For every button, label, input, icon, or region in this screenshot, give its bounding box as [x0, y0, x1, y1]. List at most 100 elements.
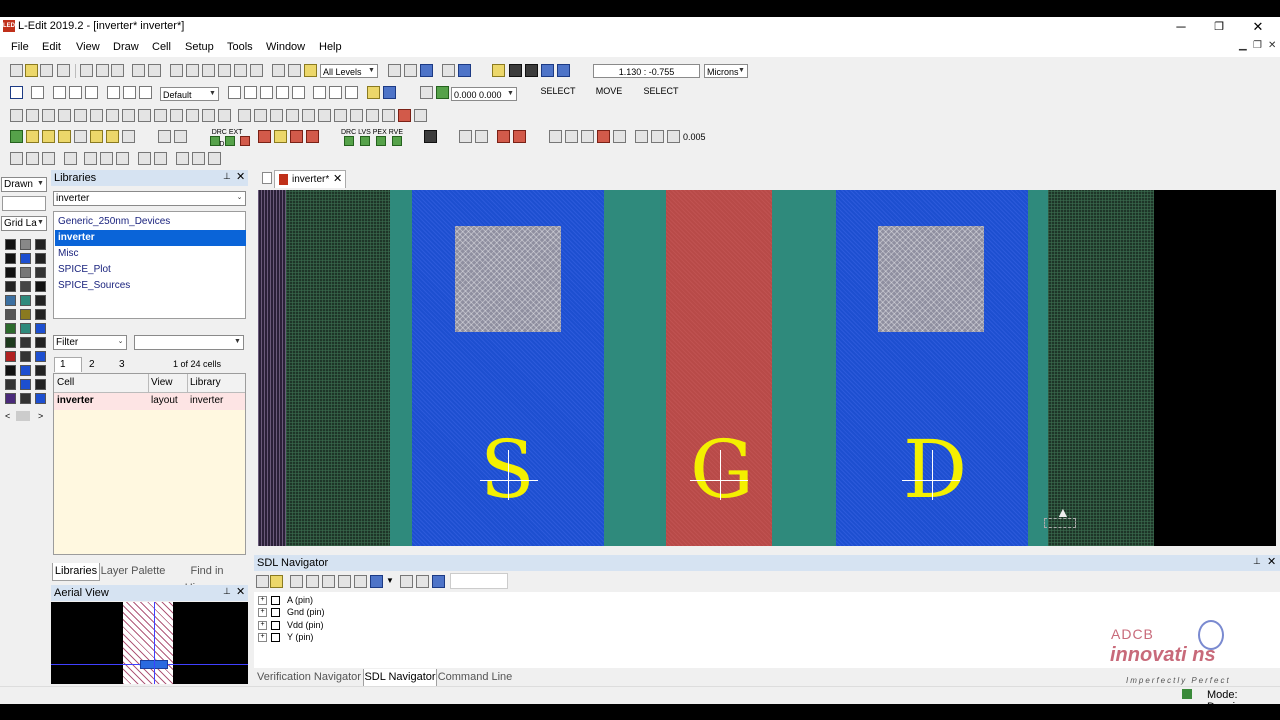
run-calibre-drc-icon[interactable]	[344, 136, 354, 146]
layer-swatch[interactable]	[35, 281, 46, 292]
sdl-filter-icon[interactable]	[400, 575, 413, 588]
menu-setup[interactable]: Setup	[185, 41, 214, 53]
probe-icon[interactable]	[497, 130, 510, 143]
layer-swatch[interactable]	[35, 253, 46, 264]
menu-window[interactable]: Window	[266, 41, 305, 53]
pointer-tool-icon[interactable]	[10, 86, 23, 99]
align-center-icon[interactable]	[74, 109, 87, 122]
chevron-down-icon[interactable]: ▼	[386, 576, 394, 585]
tab-libraries[interactable]: Libraries	[52, 563, 100, 581]
library-item[interactable]: SPICE_Sources	[55, 278, 246, 294]
cell-info-icon[interactable]	[404, 64, 417, 77]
align-top-icon[interactable]	[42, 109, 55, 122]
move-by-icon[interactable]	[420, 86, 433, 99]
layout-mode-icon[interactable]	[509, 64, 522, 77]
simulate-icon[interactable]	[513, 130, 526, 143]
close-icon[interactable]: ✕	[1267, 555, 1276, 568]
layer-swatch[interactable]	[20, 337, 31, 348]
drc-report-icon[interactable]	[290, 130, 303, 143]
snap-value[interactable]: 0.005	[683, 132, 706, 142]
tools-g-icon[interactable]	[106, 130, 119, 143]
units-select[interactable]: Microns ▼	[704, 64, 748, 78]
page-tab-1[interactable]: 1	[54, 357, 82, 372]
ruler-box-tool-icon[interactable]	[276, 86, 289, 99]
snap-off-icon[interactable]	[597, 130, 610, 143]
polygon-tool-icon[interactable]	[53, 86, 66, 99]
line-tool-icon[interactable]	[139, 86, 152, 99]
close-button[interactable]: ✕	[1238, 18, 1278, 36]
layout-c-icon[interactable]	[42, 152, 55, 165]
zoom-in-icon[interactable]	[286, 109, 299, 122]
snap-2-icon[interactable]	[565, 130, 578, 143]
sdl-route-icon[interactable]	[290, 575, 303, 588]
scroll-left-icon[interactable]: <	[5, 411, 10, 421]
tree-item-pin[interactable]: + Y (pin)	[258, 632, 313, 643]
column-header-view[interactable]: View	[151, 377, 173, 388]
align-bottom-icon[interactable]	[58, 109, 71, 122]
cut-icon[interactable]	[80, 64, 93, 77]
hide-icon[interactable]	[414, 109, 427, 122]
expand-icon[interactable]: +	[258, 633, 267, 643]
layer-swatch[interactable]	[5, 309, 16, 320]
offset-icon[interactable]	[436, 86, 449, 99]
style-select[interactable]: Default ▼	[160, 87, 219, 101]
box-tool-icon[interactable]	[31, 86, 44, 99]
layer-swatch[interactable]	[20, 351, 31, 362]
flip-h-icon[interactable]	[106, 109, 119, 122]
layer-swatch[interactable]	[35, 351, 46, 362]
slice-tool-icon[interactable]	[329, 86, 342, 99]
layer-swatch[interactable]	[20, 365, 31, 376]
layer-swatch[interactable]	[35, 323, 46, 334]
search-icon[interactable]	[288, 64, 301, 77]
polygon45-tool-icon[interactable]	[69, 86, 82, 99]
boolean-icon[interactable]	[218, 109, 231, 122]
tab-layer-palette[interactable]: Layer Palette	[100, 563, 166, 580]
library-item-selected[interactable]: inverter	[55, 230, 246, 246]
menu-view[interactable]: View	[76, 41, 100, 53]
layout-canvas[interactable]: S G D ▲	[258, 190, 1276, 546]
cell-view-icon[interactable]	[420, 64, 433, 77]
layout-j-icon[interactable]	[176, 152, 189, 165]
m-mode-icon[interactable]	[557, 64, 570, 77]
checkbox[interactable]	[271, 608, 280, 618]
layer-swatch[interactable]	[20, 281, 31, 292]
port-box-tool-icon[interactable]	[244, 86, 257, 99]
ruler-tool-icon[interactable]	[260, 86, 273, 99]
terminal-icon[interactable]	[424, 130, 437, 143]
wire-tool-icon[interactable]	[107, 86, 120, 99]
run-pex-icon[interactable]	[376, 136, 386, 146]
sdl-hierarchy-icon[interactable]	[322, 575, 335, 588]
mdi-restore-button[interactable]: ❐	[1253, 40, 1262, 51]
layer-swatch[interactable]	[20, 239, 31, 250]
rotate-ccw-icon[interactable]	[154, 109, 167, 122]
minimize-button[interactable]: ─	[1161, 18, 1201, 36]
menu-draw[interactable]: Draw	[113, 41, 139, 53]
layout-g-icon[interactable]	[116, 152, 129, 165]
chart-icon[interactable]	[475, 130, 488, 143]
run-lvs-icon[interactable]	[360, 136, 370, 146]
split-tool-icon[interactable]	[313, 86, 326, 99]
align-right-icon[interactable]	[26, 109, 39, 122]
menu-file[interactable]: File	[11, 41, 29, 53]
expand-icon[interactable]: +	[258, 621, 267, 631]
library-select[interactable]: inverter ⌄	[53, 191, 246, 206]
maximize-button[interactable]: ❐	[1199, 18, 1239, 36]
layer-swatch[interactable]	[5, 295, 16, 306]
draw-pencil-icon[interactable]	[492, 64, 505, 77]
layer-swatch[interactable]	[35, 379, 46, 390]
column-header-library[interactable]: Library	[190, 377, 221, 388]
close-icon[interactable]: ✕	[236, 170, 245, 183]
menu-cell[interactable]: Cell	[152, 41, 171, 53]
align-left-icon[interactable]	[10, 109, 23, 122]
levels-select[interactable]: All Levels ▼	[320, 64, 378, 78]
tools-f-icon[interactable]	[90, 130, 103, 143]
checkbox[interactable]	[271, 596, 280, 606]
tab-close-icon[interactable]: ✕	[333, 172, 342, 185]
grow-icon[interactable]	[238, 109, 251, 122]
tree-item-pin[interactable]: + Vdd (pin)	[258, 620, 324, 631]
pin-icon[interactable]: ⊥	[223, 171, 231, 182]
measure-icon[interactable]	[158, 130, 171, 143]
layer-swatch[interactable]	[35, 337, 46, 348]
save-icon[interactable]	[40, 64, 53, 77]
drc-clear-icon[interactable]	[306, 130, 319, 143]
